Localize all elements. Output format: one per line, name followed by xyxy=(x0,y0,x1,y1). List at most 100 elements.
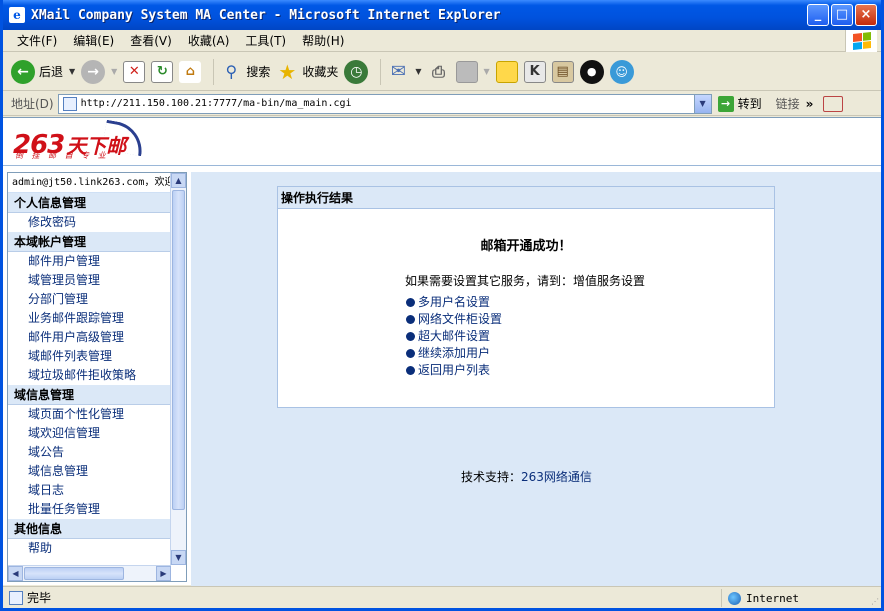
action-add-user[interactable]: 继续添加用户 xyxy=(406,345,774,362)
action-back-to-list[interactable]: 返回用户列表 xyxy=(406,362,774,379)
window-title: XMail Company System MA Center - Microso… xyxy=(31,7,501,23)
windows-logo-icon xyxy=(845,30,877,52)
window-controls: _ □ × xyxy=(807,4,877,26)
address-input[interactable]: http://211.150.100.21:7777/ma-bin/ma_mai… xyxy=(57,93,712,114)
menu-file[interactable]: 文件(F) xyxy=(9,30,65,51)
mail-dropdown-icon[interactable]: ▼ xyxy=(415,67,421,76)
service-hint: 如果需要设置其它服务，请到：增值服务设置 xyxy=(405,274,646,288)
menu-bar: 文件(F) 编辑(E) 查看(V) 收藏(A) 工具(T) 帮助(H) xyxy=(3,30,881,52)
menu-view[interactable]: 查看(V) xyxy=(122,30,180,51)
scroll-thumb[interactable] xyxy=(172,190,185,510)
sidebar-item-page-customize[interactable]: 域页面个性化管理 xyxy=(8,405,171,424)
sidebar-item-help[interactable]: 帮助 xyxy=(8,539,171,558)
sidebar-item-domain-log[interactable]: 域日志 xyxy=(8,481,171,500)
sidebar-item-announcement[interactable]: 域公告 xyxy=(8,443,171,462)
k-button[interactable]: K xyxy=(523,60,546,83)
printer-icon: ⎙ xyxy=(432,61,445,81)
stop-button[interactable]: ✕ xyxy=(123,60,146,83)
sidebar-item-domain-admins[interactable]: 域管理员管理 xyxy=(8,271,171,290)
links-label[interactable]: 链接 xyxy=(776,95,800,112)
back-label: 后退 xyxy=(39,65,64,79)
menu-help[interactable]: 帮助(H) xyxy=(294,30,352,51)
globe-icon xyxy=(728,591,741,605)
action-label: 网络文件柜设置 xyxy=(418,312,503,326)
bullet-icon xyxy=(406,332,415,341)
sidebar-item-batch-tasks[interactable]: 批量任务管理 xyxy=(8,500,171,519)
refresh-button[interactable]: ↻ xyxy=(151,60,174,83)
edit-dropdown-icon[interactable]: ▼ xyxy=(484,67,490,76)
address-label: 地址(D) xyxy=(11,97,54,111)
action-label: 继续添加用户 xyxy=(418,346,491,360)
action-multi-username[interactable]: 多用户名设置 xyxy=(406,294,774,311)
back-dropdown-icon[interactable]: ▼ xyxy=(69,67,75,76)
translate-icon[interactable] xyxy=(823,95,844,112)
sidebar-item-mail-tracking[interactable]: 业务邮件跟踪管理 xyxy=(8,309,171,328)
main-panel: 操作执行结果 邮箱开通成功！ 如果需要设置其它服务，请到：增值服务设置 多用户名… xyxy=(191,172,881,586)
forward-dropdown-icon[interactable]: ▼ xyxy=(111,67,117,76)
note-icon xyxy=(495,60,518,83)
mail-button[interactable]: ✉ ▼ xyxy=(387,61,422,83)
ie-icon: e xyxy=(9,7,25,23)
favorites-button[interactable]: ★ 收藏夹 xyxy=(276,60,339,84)
home-button[interactable]: ⌂ xyxy=(179,60,202,83)
menu-tools[interactable]: 工具(T) xyxy=(237,30,294,51)
links-chevron-icon[interactable]: » xyxy=(806,97,814,111)
scroll-up-icon[interactable]: ▲ xyxy=(171,173,186,188)
back-button[interactable]: ← 后退 ▼ xyxy=(11,59,75,84)
logo-slogan: 倒 挂 邮 自 专 业 xyxy=(15,151,109,160)
sidebar-item-departments[interactable]: 分部门管理 xyxy=(8,290,171,309)
maximize-button[interactable]: □ xyxy=(831,4,853,26)
sidebar-vscrollbar[interactable]: ▲ ▼ xyxy=(170,173,186,565)
action-label: 多用户名设置 xyxy=(418,295,491,309)
go-button[interactable]: → 转到 xyxy=(717,95,762,112)
scroll-left-icon[interactable]: ◀ xyxy=(8,566,23,581)
title-bar: e XMail Company System MA Center - Micro… xyxy=(3,0,881,30)
bullet-icon xyxy=(406,315,415,324)
history-icon: ◷ xyxy=(344,59,369,84)
sidebar-item-change-password[interactable]: 修改密码 xyxy=(8,213,171,232)
action-large-mail[interactable]: 超大邮件设置 xyxy=(406,328,774,345)
toolbar-separator xyxy=(213,58,215,85)
sidebar-item-user-advanced[interactable]: 邮件用户高级管理 xyxy=(8,328,171,347)
messenger-icon: ☺ xyxy=(609,59,634,84)
hscroll-thumb[interactable] xyxy=(24,567,124,580)
header-band: 263 天下邮 倒 挂 邮 自 专 业 xyxy=(3,118,881,166)
stop-icon: ✕ xyxy=(123,60,146,83)
k-icon: K xyxy=(523,60,546,83)
action-list: 多用户名设置 网络文件柜设置 超大邮件设置 继续添加用户 返回用户列表 xyxy=(406,294,774,379)
current-user: admin@jt50.link263.com，欢迎 xyxy=(8,173,171,193)
sidebar-item-welcome-letter[interactable]: 域欢迎信管理 xyxy=(8,424,171,443)
status-bar: 完毕 Internet ⋰ xyxy=(3,586,881,608)
support-label: 技术支持： xyxy=(461,470,522,484)
research-button[interactable]: ▤ xyxy=(551,60,574,83)
menu-edit[interactable]: 编辑(E) xyxy=(65,30,122,51)
messenger-button[interactable]: ☺ xyxy=(609,59,634,84)
scroll-down-icon[interactable]: ▼ xyxy=(171,550,186,565)
menu-favorites[interactable]: 收藏(A) xyxy=(180,30,238,51)
sidebar-item-mailing-lists[interactable]: 域邮件列表管理 xyxy=(8,347,171,366)
qq-button[interactable]: ● xyxy=(579,59,604,84)
back-arrow-icon: ← xyxy=(11,59,35,84)
sidebar-item-spam-policy[interactable]: 域垃圾邮件拒收策略 xyxy=(8,366,171,385)
search-button[interactable]: ⚲ 搜索 xyxy=(220,61,270,83)
forward-arrow-icon: → xyxy=(81,59,106,84)
page-icon xyxy=(62,96,77,111)
sidebar-item-domain-info[interactable]: 域信息管理 xyxy=(8,462,171,481)
edit-button[interactable]: ▼ xyxy=(455,60,490,83)
discuss-button[interactable] xyxy=(495,60,518,83)
zone-label: Internet xyxy=(746,591,799,605)
resize-grip-icon[interactable]: ⋰ xyxy=(871,597,879,606)
sidebar-item-mail-users[interactable]: 邮件用户管理 xyxy=(8,252,171,271)
close-button[interactable]: × xyxy=(855,4,877,26)
forward-button[interactable]: → ▼ xyxy=(81,59,117,84)
sidebar-hscrollbar[interactable]: ◀ ▶ xyxy=(8,565,171,581)
scroll-right-icon[interactable]: ▶ xyxy=(156,566,171,581)
address-dropdown-icon[interactable]: ▼ xyxy=(693,94,711,113)
favorites-label: 收藏夹 xyxy=(302,65,339,79)
minimize-button[interactable]: _ xyxy=(807,4,829,26)
support-link[interactable]: 263网络通信 xyxy=(521,470,592,484)
section-other: 其他信息 xyxy=(8,519,171,539)
print-button[interactable]: ⎙ xyxy=(428,61,450,83)
history-button[interactable]: ◷ xyxy=(344,59,369,84)
action-file-cabinet[interactable]: 网络文件柜设置 xyxy=(406,311,774,328)
